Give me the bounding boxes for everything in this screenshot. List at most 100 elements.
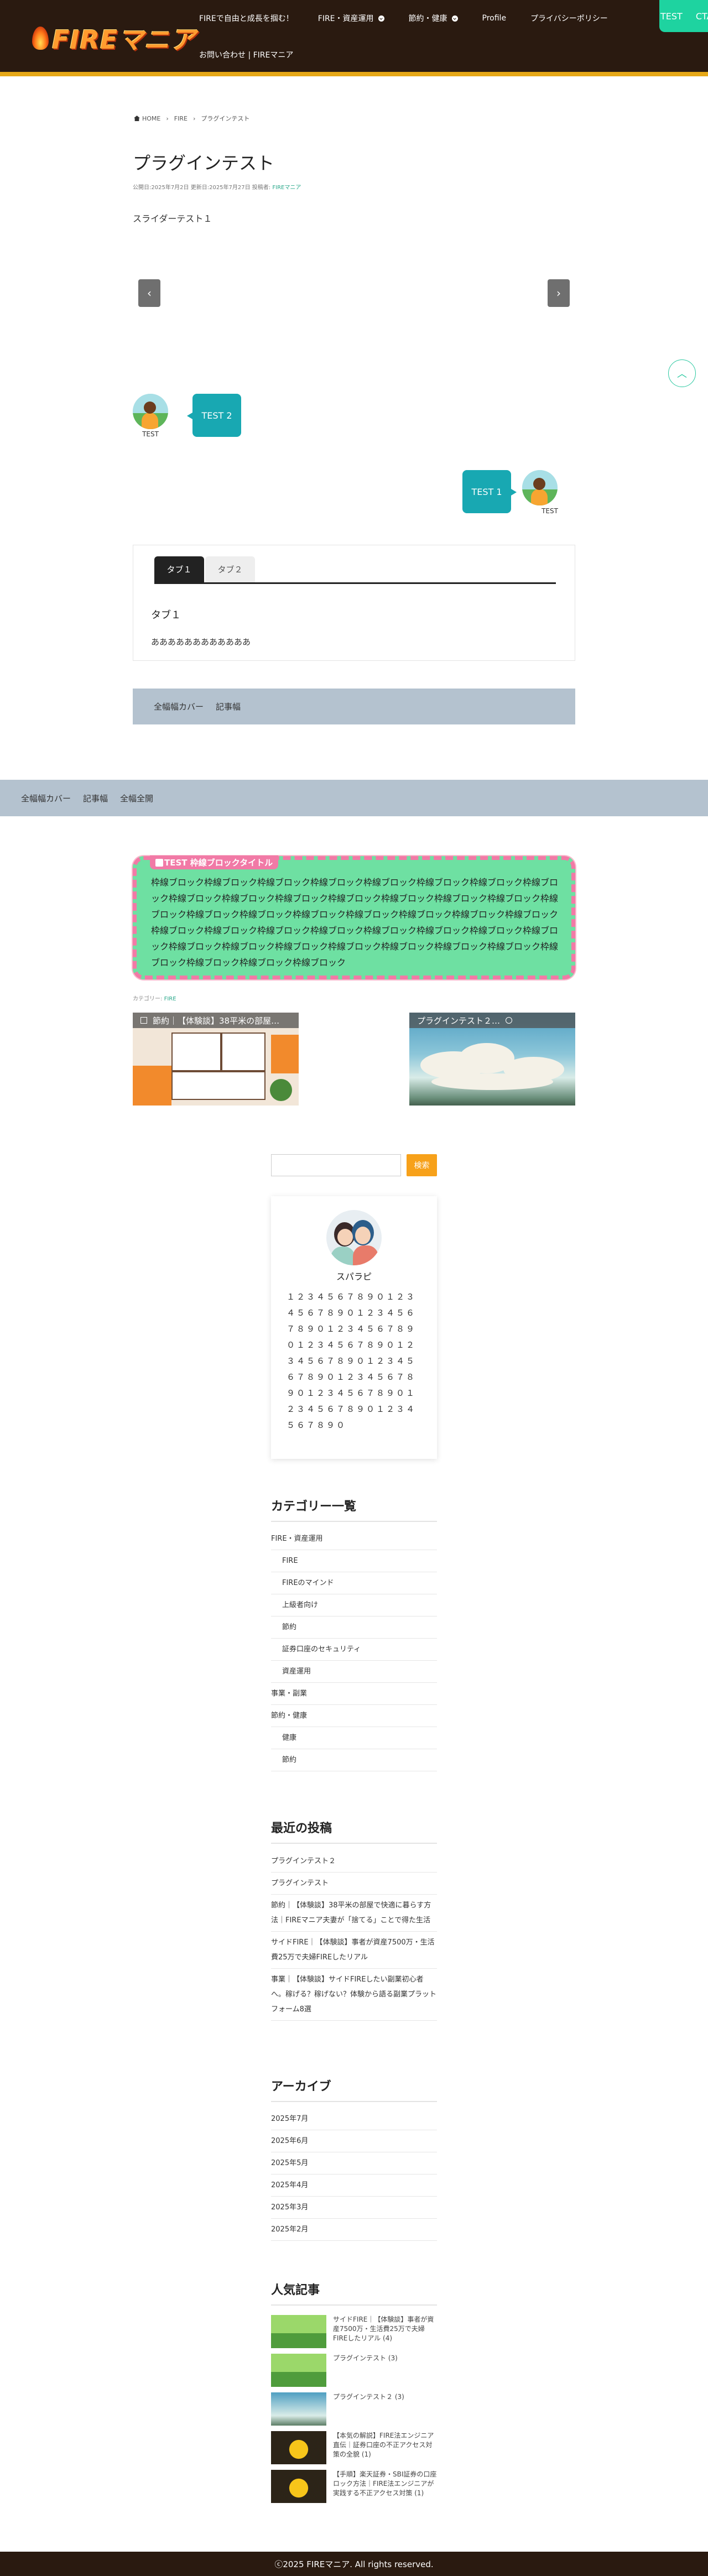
post-meta: 公開日:2025年7月2日 更新日:2025年7月27日 投稿者: FIREマニ… (133, 182, 301, 191)
tab-1[interactable]: タブ１ (154, 556, 204, 582)
nav-item-label: 節約・健康 (408, 14, 447, 23)
chevron-up-icon: ︿ (677, 368, 687, 380)
site-footer: ⓒ2025 FIREマニア. All rights reserved. (0, 2552, 708, 2576)
slider-next-button[interactable]: › (548, 279, 570, 307)
recent-post-link[interactable]: 事業｜【体験談】サイドFIREしたい副業初心者へ。稼げる？稼げない？体験から語る… (271, 1969, 437, 2021)
cover-text: 記事幅 (216, 702, 241, 712)
cta-label-2: CTA (695, 11, 708, 22)
chevron-down-icon[interactable] (378, 15, 384, 22)
logo-text: FIREマニア (52, 25, 196, 55)
author-link[interactable]: FIREマニア (272, 185, 301, 191)
home-icon (134, 116, 140, 121)
scroll-top-button[interactable]: ︿ (668, 359, 696, 387)
category-item[interactable]: 節約 (271, 1749, 437, 1771)
cover-text: 全幅幅カバー (21, 793, 71, 804)
popular-post[interactable]: サイドFIRE｜【体験談】事者が資産7500万・生活費25万で夫婦FIREしたリ… (271, 2315, 437, 2351)
category-caption-link[interactable]: FIRE (164, 996, 176, 1002)
popular-post[interactable]: プラグインテスト (3) (271, 2354, 437, 2390)
chevron-left-icon: ‹ (147, 286, 152, 300)
popular-post-title: サイドFIRE｜【体験談】事者が資産7500万・生活費25万で夫婦FIREしたリ… (333, 2316, 434, 2342)
tab-bar: タブ１ タブ２ (154, 556, 556, 584)
recent-posts-list: プラグインテスト２ プラグインテスト 節約｜【体験談】38平米の部屋で快適に暮らす方… (271, 1850, 437, 2021)
recent-post-link[interactable]: サイドFIRE｜【体験談】事者が資産7500万・生活費25万で夫婦FIREしたリ… (271, 1932, 437, 1969)
category-item[interactable]: FIRE・資産運用 (271, 1528, 437, 1550)
category-caption: カテゴリー: FIRE (133, 994, 176, 1002)
popular-post-thumbnail (271, 2392, 326, 2426)
profile-avatar (326, 1210, 382, 1265)
search-button[interactable]: 検索 (407, 1154, 437, 1176)
balloon-avatar (133, 394, 168, 429)
category-item[interactable]: 節約・健康 (271, 1705, 437, 1727)
framed-block-title-text: TEST 枠線ブロックタイトル (164, 858, 273, 868)
category-item[interactable]: FIREのマインド (271, 1572, 437, 1594)
popular-post-thumbnail (271, 2470, 326, 2503)
cover-block-article-width: 全幅幅カバー 記事幅 (133, 689, 575, 724)
nav-item[interactable]: FIREで自由と成長を掴む！ (199, 13, 294, 24)
nav-item[interactable]: Profile (482, 14, 507, 23)
nav-item[interactable]: FIRE・資産運用 (318, 13, 384, 24)
balloon-speaker-name: TEST (142, 430, 159, 438)
flame-icon (32, 27, 49, 50)
recent-post-link[interactable]: 節約｜【体験談】38平米の部屋で快適に暮らす方法｜FIREマニア夫妻が「捨てる」… (271, 1895, 437, 1932)
nav-item-label: お問い合わせ | FIREマニア (199, 51, 294, 60)
page-title: プラグインテスト (133, 153, 275, 174)
category-item[interactable]: 資産運用 (271, 1661, 437, 1683)
nav-item-label: FIRE・資産運用 (317, 14, 374, 23)
related-post-title: プラグインテスト２… (417, 1015, 501, 1026)
recent-post-link[interactable]: プラグインテスト２ (271, 1850, 437, 1873)
slider-prev-button[interactable]: ‹ (138, 279, 160, 307)
archive-link[interactable]: 2025年4月 (271, 2175, 437, 2197)
breadcrumb-home[interactable]: HOME (142, 115, 160, 122)
nav-item[interactable]: 節約・健康 (409, 13, 458, 24)
speech-balloon-right: TEST 1 (462, 470, 517, 513)
cta-label-1: TEST (660, 11, 683, 22)
chevron-down-icon[interactable] (451, 15, 458, 22)
recent-posts-title: 最近の投稿 (271, 1818, 437, 1844)
category-item[interactable]: FIRE (271, 1550, 437, 1572)
image-icon (140, 1017, 147, 1024)
profile-text: １２３４５６７８９０１２３４５６７８９０１２３４５６７８９０１２３４５６７８９０… (287, 1292, 417, 1430)
search-input[interactable] (271, 1154, 401, 1176)
nav-item[interactable]: お問い合わせ | FIREマニア (199, 49, 293, 60)
archive-link[interactable]: 2025年3月 (271, 2197, 437, 2219)
category-item[interactable]: 証券口座のセキュリティ (271, 1639, 437, 1661)
archive-link[interactable]: 2025年7月 (271, 2108, 437, 2130)
popular-title: 人気記事 (271, 2280, 437, 2306)
archive-link[interactable]: 2025年2月 (271, 2219, 437, 2241)
archive-list: 2025年7月 2025年6月 2025年5月 2025年4月 2025年3月 2025年… (271, 2108, 437, 2241)
archive-link[interactable]: 2025年6月 (271, 2130, 437, 2152)
category-item[interactable]: 事業・副業 (271, 1683, 437, 1705)
category-item[interactable]: 節約 (271, 1616, 437, 1639)
breadcrumb-current: プラグインテスト (201, 115, 250, 122)
copyright: ⓒ2025 FIREマニア. All rights reserved. (274, 2559, 434, 2569)
popular-post-title: 【本気の解説】FIRE法エンジニア直伝｜証券口座の不正アクセス対策の全貌 (1) (333, 2432, 434, 2458)
related-post-card[interactable]: 節約｜【体験談】38平米の部屋… (133, 1013, 299, 1106)
tab-block: タブ１ タブ２ タブ１ ああああああああああああ (133, 545, 575, 661)
popular-post[interactable]: プラグインテスト２ (3) (271, 2392, 437, 2429)
archive-link[interactable]: 2025年5月 (271, 2152, 437, 2175)
cta-button[interactable]: TEST CTA (659, 0, 708, 32)
popular-post[interactable]: 【本気の解説】FIRE法エンジニア直伝｜証券口座の不正アクセス対策の全貌 (1) (271, 2431, 437, 2468)
popular-post-title: プラグインテスト (3) (333, 2354, 398, 2362)
speech-balloon-left: TEST 2 (187, 394, 241, 437)
recent-post-link[interactable]: プラグインテスト (271, 1873, 437, 1895)
cover-text: 全幅幅カバー (154, 702, 204, 712)
global-nav: FIREで自由と成長を掴む！ FIRE・資産運用 節約・健康 Profile プライバシ… (199, 10, 675, 63)
tab-panel-text: ああああああああああああ (151, 637, 251, 647)
category-item[interactable]: 健康 (271, 1727, 437, 1749)
category-item[interactable]: 上級者向け (271, 1594, 437, 1616)
framed-block-body: 枠線ブロック枠線ブロック枠線ブロック枠線ブロック枠線ブロック枠線ブロック枠線ブロ… (151, 877, 559, 968)
chevron-right-icon: › (192, 114, 196, 122)
nav-item-label: Profile (482, 14, 507, 23)
breadcrumb-fire[interactable]: FIRE (174, 115, 188, 122)
archive-title: アーカイブ (271, 2077, 437, 2102)
tab-2[interactable]: タブ２ (205, 556, 255, 582)
nav-item[interactable]: プライバシーポリシー (530, 13, 608, 24)
profile-name: スパラピ (336, 1271, 372, 1282)
related-post-card[interactable]: プラグインテスト２… (409, 1013, 575, 1106)
category-caption-prefix: カテゴリー: (133, 996, 163, 1002)
chevron-right-icon: › (556, 286, 561, 300)
popular-post[interactable]: 【手順】楽天証券・SBI証券の口座ロック方法｜FIRE法エンジニアが実践する不正… (271, 2470, 437, 2506)
cover-text: 全幅全開 (120, 793, 154, 804)
site-logo[interactable]: FIREマニア (32, 20, 196, 56)
